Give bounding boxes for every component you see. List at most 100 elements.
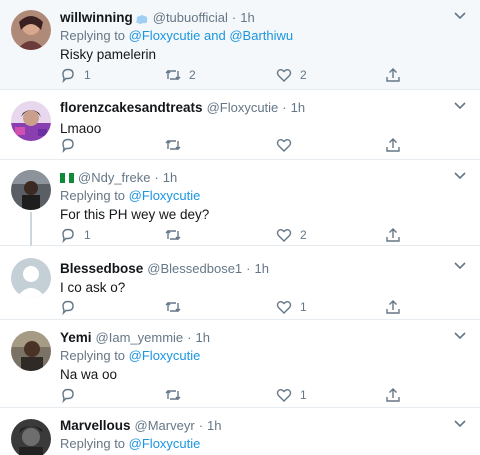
mention-link[interactable]: @Floxycutie: [129, 348, 201, 363]
verified-badge-icon: [135, 12, 149, 24]
chevron-down-icon[interactable]: [454, 332, 466, 340]
replying-prefix: Replying to: [60, 348, 126, 363]
reply-button[interactable]: [60, 299, 76, 315]
replying-to: Replying to @Floxycutie and @Barthiwu: [60, 27, 450, 44]
separator: ·: [231, 10, 237, 25]
tweet-6[interactable]: Marvellous @Marveyr · 1h Replying to @Fl…: [0, 408, 480, 455]
mention-link[interactable]: @Barthiwu: [229, 28, 293, 43]
nigeria-flag-icon: [60, 172, 75, 183]
separator: ·: [187, 330, 192, 345]
share-icon: [386, 68, 400, 82]
author-handle[interactable]: @Marveyr: [135, 417, 195, 434]
reply-button[interactable]: [60, 137, 76, 153]
retweet-icon: [165, 230, 181, 240]
chevron-down-icon[interactable]: [454, 420, 466, 428]
retweet-count: 2: [189, 68, 196, 82]
author-handle[interactable]: @Ndy_freke: [78, 169, 150, 186]
chevron-down-icon[interactable]: [454, 172, 466, 180]
separator: ·: [282, 100, 287, 115]
tweet-text: Lmaoo: [60, 121, 102, 136]
author-name[interactable]: Marvellous: [60, 417, 131, 434]
reply-button[interactable]: 1: [60, 227, 91, 243]
like-count: 2: [300, 228, 307, 242]
reply-icon: [62, 68, 74, 83]
share-button[interactable]: [385, 137, 401, 153]
timestamp[interactable]: 1h: [207, 417, 221, 434]
thread-line: [30, 212, 32, 246]
chevron-down-icon[interactable]: [454, 102, 466, 110]
reply-button[interactable]: 1: [60, 67, 91, 83]
tweet-1[interactable]: willwinning @tubuofficial · 1h Replying …: [0, 0, 480, 90]
replying-to: Replying to @Floxycutie: [60, 187, 450, 204]
timestamp[interactable]: 1h: [291, 99, 305, 116]
replying-to: Replying to @Floxycutie: [60, 435, 450, 452]
avatar[interactable]: [11, 101, 51, 141]
author-name[interactable]: florenzcakesandtreats: [60, 99, 203, 116]
share-icon: [386, 388, 400, 402]
mention-link[interactable]: @Floxycutie: [129, 28, 201, 43]
reply-icon: [62, 300, 74, 315]
timestamp[interactable]: 1h: [255, 260, 269, 277]
retweet-icon: [165, 140, 181, 150]
tweet-text: Risky pamelerin: [60, 47, 157, 62]
author-handle[interactable]: @Blessedbose1: [147, 260, 242, 277]
tweet-text: Na wa oo: [60, 367, 118, 382]
author-handle[interactable]: @tubuofficial: [153, 9, 228, 26]
tweet-3[interactable]: @Ndy_freke · 1h Replying to @Floxycutie …: [0, 160, 480, 246]
avatar[interactable]: [11, 258, 51, 298]
like-count: 1: [300, 388, 307, 402]
replying-and: and: [204, 28, 226, 43]
reply-icon: [62, 138, 74, 153]
author-handle[interactable]: @Floxycutie: [207, 99, 279, 116]
retweet-button[interactable]: [165, 227, 181, 243]
like-button[interactable]: [276, 137, 292, 153]
like-count: 2: [300, 68, 307, 82]
tweet-text: I co ask o?: [60, 280, 126, 295]
mention-link[interactable]: @Floxycutie: [129, 436, 201, 451]
tweet-4[interactable]: Blessedbose @Blessedbose1 · 1h I co ask …: [0, 246, 480, 320]
mention-link[interactable]: @Floxycutie: [129, 188, 201, 203]
avatar[interactable]: [11, 331, 51, 371]
like-button[interactable]: 1: [276, 387, 307, 403]
author-name[interactable]: willwinning: [60, 9, 133, 26]
tweet-2[interactable]: florenzcakesandtreats @Floxycutie · 1h L…: [0, 90, 480, 160]
timestamp[interactable]: 1h: [195, 329, 209, 346]
chevron-down-icon[interactable]: [454, 12, 466, 20]
author-name[interactable]: Yemi: [60, 329, 92, 346]
author-handle[interactable]: @Iam_yemmie: [96, 329, 184, 346]
avatar[interactable]: [11, 10, 51, 50]
replying-to: Replying to @Floxycutie: [60, 347, 450, 364]
like-icon: [276, 69, 292, 82]
like-icon: [276, 389, 292, 402]
share-icon: [386, 228, 400, 242]
chevron-down-icon[interactable]: [454, 262, 466, 270]
timestamp[interactable]: 1h: [163, 169, 177, 186]
share-button[interactable]: [385, 227, 401, 243]
like-button[interactable]: 2: [276, 227, 307, 243]
timestamp[interactable]: 1h: [240, 9, 254, 26]
share-button[interactable]: [385, 67, 401, 83]
like-button[interactable]: 2: [276, 67, 307, 83]
retweet-button[interactable]: [165, 299, 181, 315]
share-icon: [386, 138, 400, 152]
replying-prefix: Replying to: [60, 188, 126, 203]
like-icon: [276, 229, 292, 242]
tweet-5[interactable]: Yemi @Iam_yemmie · 1h Replying to @Floxy…: [0, 320, 480, 408]
like-button[interactable]: 1: [276, 299, 307, 315]
retweet-icon: [165, 390, 181, 400]
retweet-icon: [165, 70, 181, 80]
separator: ·: [246, 261, 251, 276]
like-icon: [276, 139, 292, 152]
share-button[interactable]: [385, 299, 401, 315]
separator: ·: [154, 170, 159, 185]
reply-button[interactable]: [60, 387, 76, 403]
author-name[interactable]: Blessedbose: [60, 260, 143, 277]
like-count: 1: [300, 300, 307, 314]
retweet-button[interactable]: 2: [165, 67, 196, 83]
avatar[interactable]: [11, 170, 51, 210]
avatar[interactable]: [11, 419, 51, 455]
share-button[interactable]: [385, 387, 401, 403]
retweet-button[interactable]: [165, 137, 181, 153]
retweet-button[interactable]: [165, 387, 181, 403]
reply-count: 1: [84, 228, 91, 242]
